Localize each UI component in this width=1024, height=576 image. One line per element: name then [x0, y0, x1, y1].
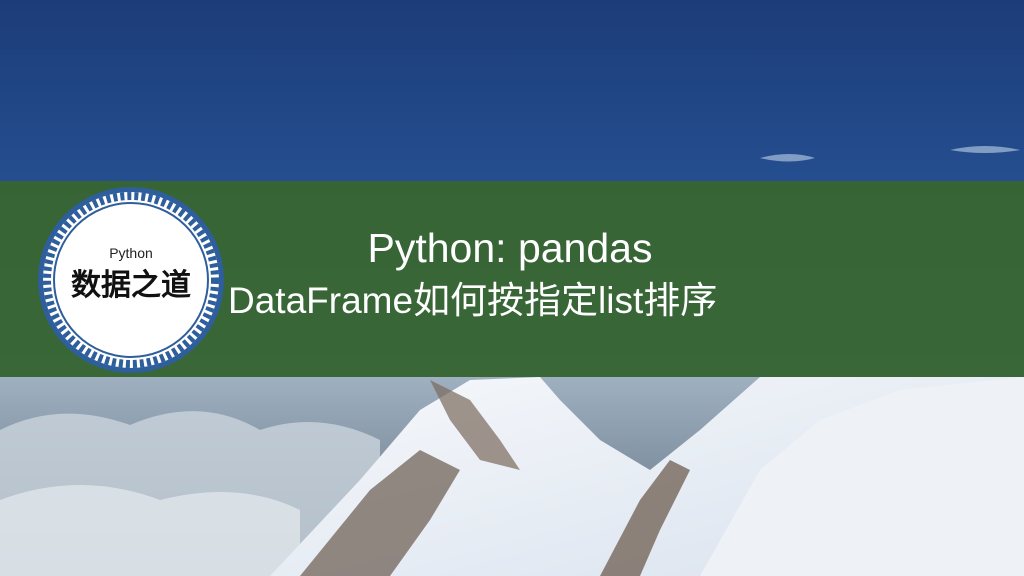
logo-top-text: Python: [109, 245, 153, 261]
title-line-1: Python: pandas: [367, 225, 653, 271]
logo-badge: Python 数据之道: [38, 187, 224, 373]
title-line-2: DataFrame如何按指定list排序: [228, 280, 718, 321]
logo-main-text: 数据之道: [71, 268, 191, 303]
